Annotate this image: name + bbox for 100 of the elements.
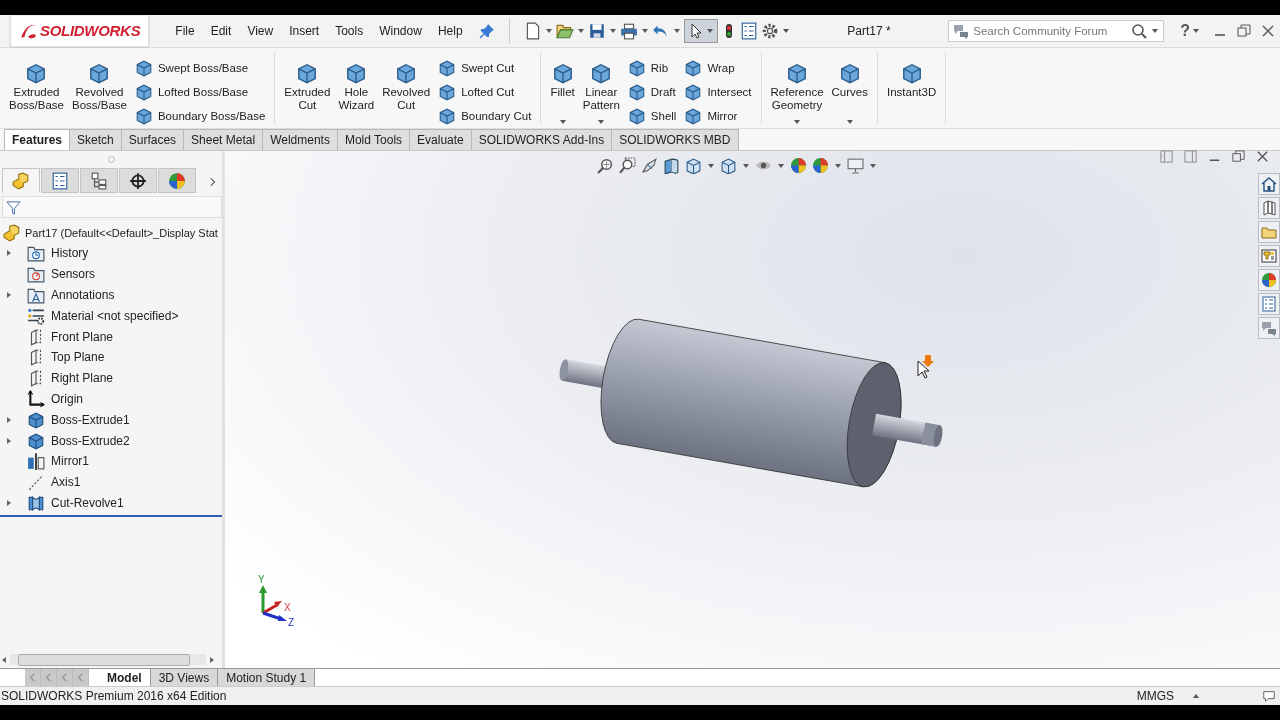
caret-icon[interactable] xyxy=(793,118,802,126)
settings-icon[interactable] xyxy=(760,22,779,40)
expand-arrow-icon[interactable] xyxy=(5,415,13,424)
home-icon[interactable] xyxy=(1258,173,1280,195)
command-tab[interactable]: SOLIDWORKS MBD xyxy=(611,129,739,150)
tree-item[interactable]: History xyxy=(51,246,89,261)
restore-icon[interactable] xyxy=(1231,149,1246,164)
ribbon-button[interactable]: Lofted Boss/Base xyxy=(131,81,269,102)
folder-icon[interactable] xyxy=(555,22,574,40)
panel-tab[interactable] xyxy=(119,168,157,193)
cube-icon[interactable] xyxy=(720,157,737,174)
ribbon-button[interactable]: Hole Wizard xyxy=(335,54,378,112)
ribbon-button[interactable]: Intersect xyxy=(681,81,755,102)
tree-item[interactable]: Material <not specified> xyxy=(51,308,179,323)
ribbon-button[interactable]: Mirror xyxy=(681,105,755,126)
palette-icon[interactable] xyxy=(1258,245,1280,267)
view-tab[interactable]: Motion Study 1 xyxy=(218,669,316,686)
command-tab[interactable]: SOLIDWORKS Add-Ins xyxy=(470,129,613,150)
book-icon[interactable] xyxy=(1258,197,1280,219)
caret-icon[interactable] xyxy=(672,27,681,35)
ribbon-button[interactable]: Curves xyxy=(828,54,871,99)
menu-item[interactable]: Insert xyxy=(281,22,328,40)
units-selector[interactable]: MMGS xyxy=(1136,689,1174,703)
caret-icon[interactable] xyxy=(597,118,606,126)
caret-icon[interactable] xyxy=(845,118,854,126)
help-button[interactable]: ? xyxy=(1178,22,1192,40)
command-tab[interactable]: Mold Tools xyxy=(336,129,411,150)
caret-icon[interactable] xyxy=(1192,692,1200,700)
expand-arrow-icon[interactable] xyxy=(5,249,13,258)
ribbon-button[interactable]: Revolved Cut xyxy=(379,54,434,112)
menu-item[interactable]: Help xyxy=(429,22,471,40)
filter-field[interactable] xyxy=(2,196,222,218)
search-icon[interactable] xyxy=(1131,23,1148,39)
ribbon-button[interactable]: Draft xyxy=(624,81,680,102)
tree-item[interactable]: Annotations xyxy=(51,288,115,302)
rollback-bar[interactable] xyxy=(0,515,222,518)
select-button[interactable] xyxy=(683,19,718,43)
cube-icon[interactable] xyxy=(685,157,702,174)
scrollbar-thumb[interactable] xyxy=(18,654,190,666)
caret-icon[interactable] xyxy=(777,161,785,170)
tree-item[interactable]: Top Plane xyxy=(51,350,105,365)
filter-icon[interactable] xyxy=(6,199,21,215)
monitor-icon[interactable] xyxy=(847,157,864,174)
color-ball-icon[interactable] xyxy=(812,157,829,174)
expand-arrow-icon[interactable] xyxy=(5,291,13,299)
caret-icon[interactable] xyxy=(705,27,714,35)
menu-item[interactable]: View xyxy=(239,22,282,40)
command-tab[interactable]: Weldments xyxy=(262,129,338,150)
ribbon-button[interactable]: Revolved Boss/Base xyxy=(68,54,130,112)
ribbon-button[interactable]: Boundary Boss/Base xyxy=(131,105,269,126)
ribbon-button[interactable]: Fillet xyxy=(547,54,578,99)
search-field[interactable]: Search Community Forum xyxy=(973,25,1128,37)
ribbon-button[interactable]: Lofted Cut xyxy=(435,81,535,102)
ribbon-button[interactable]: Swept Boss/Base xyxy=(131,57,269,78)
ribbon-button[interactable]: Extruded Cut xyxy=(281,54,334,112)
magnifier-icon[interactable] xyxy=(597,157,614,174)
view-tab[interactable]: 3D Views xyxy=(150,669,219,686)
chat-icon[interactable] xyxy=(1258,317,1280,339)
restore-icon[interactable] xyxy=(1236,23,1252,39)
command-tab[interactable]: Features xyxy=(4,129,71,150)
menu-item[interactable]: Tools xyxy=(327,22,372,40)
caret-icon[interactable] xyxy=(1151,27,1160,35)
caret-icon[interactable] xyxy=(640,27,649,35)
list-icon[interactable] xyxy=(739,22,758,40)
tree-item[interactable]: Right Plane xyxy=(51,371,114,386)
tree-item[interactable]: Mirror1 xyxy=(51,454,89,469)
save-icon[interactable] xyxy=(587,22,606,40)
caret-icon[interactable] xyxy=(742,161,750,170)
caret-icon[interactable] xyxy=(869,161,877,170)
tree-item[interactable]: Boss-Extrude2 xyxy=(51,433,130,448)
tile-left-icon[interactable] xyxy=(1159,149,1174,164)
ribbon-button[interactable]: Extruded Boss/Base xyxy=(6,54,67,112)
tile-right-icon[interactable] xyxy=(1183,149,1198,164)
menu-item[interactable]: File xyxy=(167,22,203,40)
command-tab[interactable]: Sketch xyxy=(69,129,122,150)
caret-icon[interactable] xyxy=(707,161,715,170)
tree-item[interactable]: Front Plane xyxy=(51,329,114,344)
close-icon[interactable] xyxy=(1255,149,1270,164)
section-view-icon[interactable] xyxy=(663,157,680,174)
menu-item[interactable]: Window xyxy=(371,22,430,40)
ribbon-button[interactable]: Swept Cut xyxy=(435,57,535,78)
scroll-right-icon[interactable] xyxy=(208,655,216,664)
command-tab[interactable]: Evaluate xyxy=(409,129,472,150)
tree-item[interactable]: Boss-Extrude1 xyxy=(51,412,130,427)
caret-icon[interactable] xyxy=(608,27,617,35)
ribbon-button[interactable]: Reference Geometry xyxy=(767,54,827,112)
speech-bubble-icon[interactable] xyxy=(1262,689,1276,703)
ribbon-button[interactable]: Wrap xyxy=(681,57,755,78)
tree-item[interactable]: Origin xyxy=(51,391,83,406)
pin-icon[interactable] xyxy=(478,23,495,39)
ribbon-button[interactable]: Shell xyxy=(624,105,680,126)
command-tab[interactable]: Surfaces xyxy=(120,129,185,150)
previous-view-icon[interactable] xyxy=(641,157,658,174)
caret-icon[interactable] xyxy=(576,27,585,35)
search-bar[interactable]: Search Community Forum xyxy=(948,20,1165,42)
print-icon[interactable] xyxy=(619,22,638,40)
tree-item[interactable]: Cut-Revolve1 xyxy=(51,495,124,510)
command-tab[interactable]: Sheet Metal xyxy=(183,129,264,150)
close-icon[interactable] xyxy=(1260,23,1276,39)
ribbon-button[interactable]: Linear Pattern xyxy=(579,54,623,112)
